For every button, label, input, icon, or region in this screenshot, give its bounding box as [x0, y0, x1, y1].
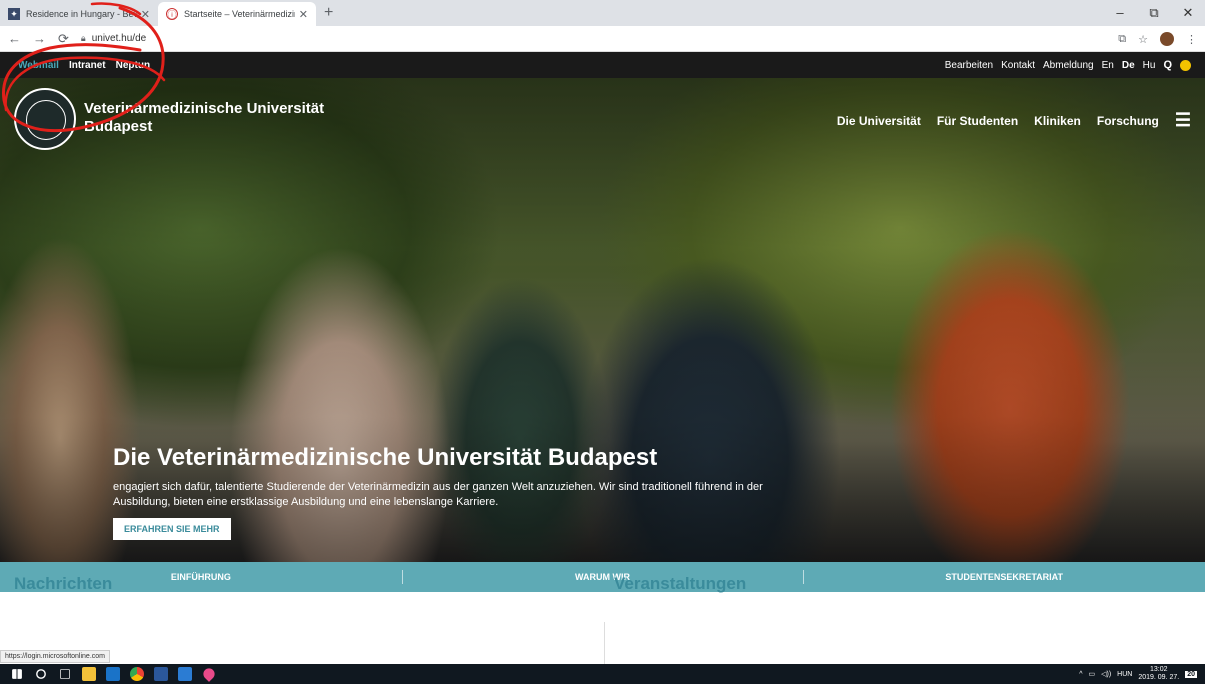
clock[interactable]: 13:02 2019. 09. 27. — [1138, 666, 1179, 682]
hero-banner: Veterinärmedizinische Universität Budape… — [0, 78, 1205, 562]
hamburger-menu-icon[interactable]: ☰ — [1175, 110, 1191, 131]
events-heading[interactable]: Veranstaltungen — [614, 574, 746, 594]
hero-description: engagiert sich dafür, talentierte Studie… — [113, 481, 763, 508]
clock-date: 2019. 09. 27. — [1138, 674, 1180, 681]
search-icon[interactable]: Q — [1163, 59, 1172, 71]
brand-line-1: Veterinärmedizinische Universität — [84, 100, 325, 117]
quicklink-studentensekretariat[interactable]: STUDENTENSEKRETARIAT — [803, 562, 1205, 592]
search-icon[interactable] — [36, 669, 46, 679]
chrome-icon[interactable] — [130, 667, 144, 681]
file-explorer-icon[interactable] — [82, 667, 96, 681]
nav-forschung[interactable]: Forschung — [1097, 114, 1159, 128]
bearbeiten-link[interactable]: Bearbeiten — [945, 60, 993, 71]
lang-en[interactable]: En — [1102, 60, 1114, 71]
utility-bar: Webmail Intranet Neptun Bearbeiten Konta… — [0, 52, 1205, 78]
browser-toolbar-right: ⧉ ☆ ⋮ — [1118, 26, 1197, 52]
utility-links-left: Webmail Intranet Neptun — [0, 60, 150, 71]
volume-icon[interactable]: ◁)) — [1101, 670, 1111, 678]
webmail-link[interactable]: Webmail — [18, 60, 59, 71]
tab-close-icon[interactable]: ✕ — [141, 8, 150, 21]
browser-tab-strip: ✦ Residence in Hungary - Bevándorlási és… — [0, 0, 1205, 26]
maps-pin-icon[interactable] — [201, 666, 217, 682]
tab-title: Startseite – Veterinärmedizinische Unive… — [184, 9, 295, 19]
notification-center-icon[interactable]: 20 — [1185, 670, 1197, 678]
university-seal-logo[interactable] — [14, 88, 76, 150]
back-arrow-icon[interactable]: ← — [8, 31, 21, 46]
univet-favicon-icon: ⓘ — [166, 8, 178, 20]
reload-icon[interactable]: ⟳ — [58, 31, 69, 47]
lock-icon: 🔒︎ — [80, 33, 86, 43]
nav-kliniken[interactable]: Kliniken — [1034, 114, 1081, 128]
quicklinks-bar: EINFÜHRUNG WARUM WIR STUDENTENSEKRETARIA… — [0, 562, 1205, 592]
status-bar-url: https://login.microsoftonline.com — [0, 650, 110, 663]
minimize-icon[interactable]: – — [1103, 0, 1137, 26]
hero-text-block: Die Veterinärmedizinische Universität Bu… — [113, 444, 813, 510]
profile-avatar-icon[interactable] — [1160, 32, 1174, 46]
nav-die-universitat[interactable]: Die Universität — [837, 114, 921, 128]
hero-title: Die Veterinärmedizinische Universität Bu… — [113, 444, 658, 471]
nav-fur-studenten[interactable]: Für Studenten — [937, 114, 1018, 128]
forward-arrow-icon[interactable]: → — [33, 31, 46, 46]
tab-close-icon[interactable]: ✕ — [299, 8, 308, 21]
network-icon[interactable]: ▭ — [1088, 670, 1095, 678]
outlook-icon[interactable] — [106, 667, 120, 681]
translate-icon[interactable]: ⧉ — [1118, 33, 1126, 46]
new-tab-icon[interactable]: + — [324, 4, 333, 22]
news-heading[interactable]: Nachrichten — [14, 574, 112, 594]
abmeldung-link[interactable]: Abmeldung — [1043, 60, 1094, 71]
tab-title: Residence in Hungary - Bevándorlási és M… — [26, 9, 137, 19]
clock-time: 13:02 — [1150, 666, 1168, 673]
utility-links-right: Bearbeiten Kontakt Abmeldung En De Hu Q — [945, 52, 1191, 78]
input-language[interactable]: HUN — [1117, 671, 1132, 678]
url-text: univet.hu/de — [91, 33, 147, 44]
main-navigation: Die Universität Für Studenten Kliniken F… — [837, 110, 1191, 131]
restore-icon[interactable]: ⧉ — [1137, 0, 1171, 26]
tray-chevron-icon[interactable]: ^ — [1079, 671, 1082, 678]
url-field[interactable]: 🔒︎ univet.hu/de — [81, 33, 146, 44]
word-icon-a[interactable] — [154, 667, 168, 681]
accessibility-icon[interactable] — [1180, 59, 1191, 71]
word-icon-b[interactable] — [178, 667, 192, 681]
section-divider — [604, 622, 605, 664]
address-bar-row: ← → ⟳ 🔒︎ univet.hu/de ⧉ ☆ ⋮ — [0, 26, 1205, 52]
screenshot-root: ✦ Residence in Hungary - Bevándorlási és… — [0, 0, 1205, 684]
taskbar-apps — [0, 666, 217, 682]
tab-residence-in-hungary[interactable]: ✦ Residence in Hungary - Bevándorlási és… — [0, 2, 158, 26]
lang-hu[interactable]: Hu — [1143, 60, 1156, 71]
lang-de[interactable]: De — [1122, 60, 1135, 71]
windows-taskbar: ^ ▭ ◁)) HUN 13:02 2019. 09. 27. 20 — [0, 664, 1205, 684]
bookmark-star-icon[interactable]: ☆ — [1138, 33, 1148, 46]
tab-startseite[interactable]: ⓘ Startseite – Veterinärmedizinische Uni… — [158, 2, 316, 26]
kontakt-link[interactable]: Kontakt — [1001, 60, 1035, 71]
neptun-link[interactable]: Neptun — [116, 60, 150, 71]
window-controls: – ⧉ ✕ — [1103, 0, 1205, 26]
brand-line-2: Budapest — [84, 118, 153, 135]
start-windows-icon[interactable] — [12, 669, 22, 679]
intranet-link[interactable]: Intranet — [69, 60, 106, 71]
close-window-icon[interactable]: ✕ — [1171, 0, 1205, 26]
website-viewport: Webmail Intranet Neptun Bearbeiten Konta… — [0, 52, 1205, 664]
task-view-icon[interactable] — [60, 669, 70, 679]
system-tray: ^ ▭ ◁)) HUN 13:02 2019. 09. 27. 20 — [1079, 664, 1197, 684]
university-name[interactable]: Veterinärmedizinische Universität Budape… — [84, 100, 324, 136]
learn-more-button[interactable]: ERFAHREN SIE MEHR — [113, 518, 231, 540]
menu-kebab-icon[interactable]: ⋮ — [1186, 33, 1197, 46]
site-favicon-icon: ✦ — [8, 8, 20, 20]
